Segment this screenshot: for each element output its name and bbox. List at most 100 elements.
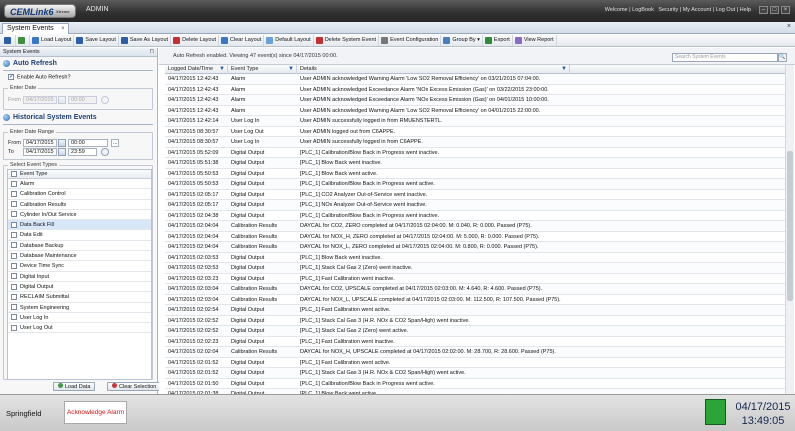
table-row[interactable]: 04/17/2015 02:03:04 Calibration Results DA… — [165, 295, 785, 305]
table-row[interactable]: 04/17/2015 12:42:43 Alarm User ADMIN ackno… — [165, 74, 785, 85]
table-row[interactable]: 04/17/2015 02:03:04 Calibration Results DA… — [165, 284, 785, 295]
table-row[interactable]: 04/17/2015 12:42:43 Alarm User ADMIN ackno… — [165, 95, 785, 106]
to-time-field[interactable]: 23:59 — [68, 148, 97, 156]
clear-layout-button[interactable]: Clear Layout — [219, 34, 265, 46]
table-row[interactable]: 04/17/2015 02:05:17 Digital Output [PLC_1]… — [165, 200, 785, 211]
table-row[interactable]: 04/17/2015 05:52:09 Digital Output [PLC_1]… — [165, 148, 785, 158]
delete-layout-button[interactable]: Delete Layout — [171, 34, 220, 46]
filter-icon[interactable]: ▼ — [561, 65, 567, 74]
gear-button[interactable]: Event Configuration — [379, 34, 442, 46]
event-type-checkbox[interactable] — [11, 232, 17, 239]
pin-icon[interactable]: ⊓ — [149, 48, 154, 57]
enable-auto-refresh[interactable]: Enable Auto Refresh? — [8, 73, 71, 80]
close-window-button[interactable]: × — [781, 6, 790, 14]
to-date-field[interactable]: 04/17/2015 — [23, 148, 57, 156]
load-layout-button[interactable]: Load Layout — [30, 34, 75, 46]
event-type-checkbox[interactable] — [11, 211, 17, 218]
vertical-scrollbar[interactable] — [785, 65, 794, 394]
users-button[interactable] — [16, 34, 30, 46]
event-type-checkbox[interactable] — [11, 242, 17, 249]
table-row[interactable]: 04/17/2015 02:04:04 Calibration Results DA… — [165, 232, 785, 242]
table-row[interactable]: 04/17/2015 02:03:23 Digital Output [PLC_1]… — [165, 274, 785, 284]
column-details[interactable]: Details ▼ — [297, 65, 570, 74]
close-icon[interactable]: × — [787, 23, 791, 30]
event-type-checkbox[interactable] — [11, 283, 17, 290]
auto-date-field[interactable]: 04/17/2015 — [23, 96, 57, 104]
calendar-icon[interactable] — [58, 148, 66, 156]
group-by-button[interactable]: Group By ▾ — [441, 34, 483, 46]
report-button[interactable]: View Report — [513, 34, 557, 46]
table-row[interactable]: 04/17/2015 02:01:52 Digital Output [PLC_1]… — [165, 368, 785, 379]
event-type-checkbox[interactable] — [11, 221, 17, 228]
event-type-checkbox[interactable] — [11, 314, 17, 321]
account-links[interactable]: Security | My Account | Log Out | Help — [658, 7, 751, 13]
event-type-checkbox[interactable] — [11, 252, 17, 259]
event-type-item[interactable]: Device Time Sync — [8, 261, 151, 272]
table-row[interactable]: 04/17/2015 12:42:43 Alarm User ADMIN ackno… — [165, 106, 785, 116]
calendar-icon[interactable] — [58, 139, 66, 147]
tab-close-icon[interactable]: × — [61, 24, 65, 34]
save-layout-button[interactable]: Save Layout — [74, 34, 119, 46]
search-icon[interactable]: 🔍 — [778, 53, 787, 62]
event-type-item[interactable]: Digital Output — [8, 282, 151, 293]
event-type-checkbox[interactable] — [11, 324, 17, 331]
from-date-field[interactable]: 04/17/2015 — [23, 139, 57, 147]
scroll-thumb[interactable] — [787, 151, 793, 301]
event-type-item[interactable]: System Engineering — [8, 303, 151, 313]
clock-icon[interactable] — [101, 148, 109, 156]
minimize-button[interactable]: – — [759, 6, 768, 14]
event-type-item[interactable]: Digital Input — [8, 272, 151, 282]
table-row[interactable]: 04/17/2015 02:04:04 Calibration Results DA… — [165, 242, 785, 253]
event-type-item[interactable]: RECLAIM Submittal — [8, 292, 151, 303]
table-row[interactable]: 04/17/2015 02:01:50 Digital Output [PLC_1]… — [165, 379, 785, 389]
welcome-link[interactable]: Welcome | LogBook — [605, 7, 654, 13]
load-data-button[interactable]: Load Data — [53, 382, 96, 391]
event-type-item[interactable]: User Log Out — [8, 323, 151, 334]
event-type-checkbox[interactable] — [11, 180, 17, 187]
table-row[interactable]: 04/17/2015 02:02:04 Calibration Results DA… — [165, 347, 785, 358]
maximize-button[interactable]: □ — [770, 6, 779, 14]
save-as-layout-button[interactable]: Save As Layout — [119, 34, 172, 46]
clear-selection-button[interactable]: Clear Selection — [107, 382, 162, 391]
table-row[interactable]: 04/17/2015 05:50:53 Digital Output [PLC_1]… — [165, 169, 785, 179]
table-row[interactable]: 04/17/2015 02:02:23 Digital Output [PLC_1]… — [165, 337, 785, 347]
auto-time-field[interactable]: 00:00 — [68, 96, 97, 104]
header-links[interactable]: Welcome | LogBook Security | My Account … — [602, 7, 751, 13]
default-layout-button[interactable]: Default Layout — [264, 34, 314, 46]
event-type-checkbox[interactable] — [11, 273, 17, 280]
event-type-item[interactable]: User Log In — [8, 313, 151, 324]
table-row[interactable]: 04/17/2015 02:05:17 Digital Output [PLC_1]… — [165, 190, 785, 200]
from-time-field[interactable]: 00:00 — [68, 139, 108, 147]
more-button[interactable]: ... — [111, 139, 119, 147]
table-row[interactable]: 04/17/2015 05:51:38 Digital Output [PLC_1]… — [165, 158, 785, 169]
table-row[interactable]: 04/17/2015 02:04:38 Digital Output [PLC_1]… — [165, 211, 785, 221]
table-row[interactable]: 04/17/2015 12:42:43 Alarm User ADMIN ackno… — [165, 85, 785, 95]
event-type-item[interactable]: Database Backup — [8, 241, 151, 252]
table-row[interactable]: 04/17/2015 08:30:57 User Log In User ADMIN… — [165, 137, 785, 148]
calendar-icon[interactable] — [58, 96, 66, 104]
filter-icon[interactable]: ▼ — [219, 65, 225, 74]
search-input[interactable]: Search System Events — [672, 53, 778, 62]
tab-system-events[interactable]: System Events × — [2, 23, 69, 34]
table-row[interactable]: 04/17/2015 02:02:52 Digital Output [PLC_1]… — [165, 316, 785, 326]
table-row[interactable]: 04/17/2015 02:03:53 Digital Output [PLC_1]… — [165, 263, 785, 274]
table-row[interactable]: 04/17/2015 02:03:53 Digital Output [PLC_1]… — [165, 253, 785, 263]
event-type-item[interactable]: Alarm — [8, 179, 151, 190]
table-row[interactable]: 04/17/2015 12:42:14 User Log In User ADMIN… — [165, 116, 785, 127]
table-row[interactable]: 04/17/2015 05:50:53 Digital Output [PLC_1]… — [165, 179, 785, 190]
event-type-checkbox[interactable] — [11, 293, 17, 300]
table-row[interactable]: 04/17/2015 02:02:54 Digital Output [PLC_1]… — [165, 305, 785, 316]
event-type-item[interactable]: Database Maintenance — [8, 251, 151, 262]
event-type-checkbox[interactable] — [11, 304, 17, 311]
event-type-item[interactable]: Calibration Results — [8, 200, 151, 210]
column-logged-datetime[interactable]: Logged Date/Time ▼ — [165, 65, 228, 74]
acknowledge-alarm-button[interactable]: Acknowledge Alarm — [64, 401, 127, 424]
column-event-type[interactable]: Event Type ▼ — [228, 65, 297, 74]
clock-icon[interactable] — [101, 96, 109, 104]
enable-auto-refresh-checkbox[interactable] — [8, 73, 14, 80]
table-row[interactable]: 04/17/2015 02:04:04 Calibration Results DA… — [165, 221, 785, 232]
event-type-checkbox[interactable] — [11, 262, 17, 269]
event-type-item[interactable]: Calibration Control — [8, 189, 151, 200]
event-type-checkbox[interactable] — [11, 201, 17, 208]
export-button[interactable]: Export — [483, 34, 513, 46]
